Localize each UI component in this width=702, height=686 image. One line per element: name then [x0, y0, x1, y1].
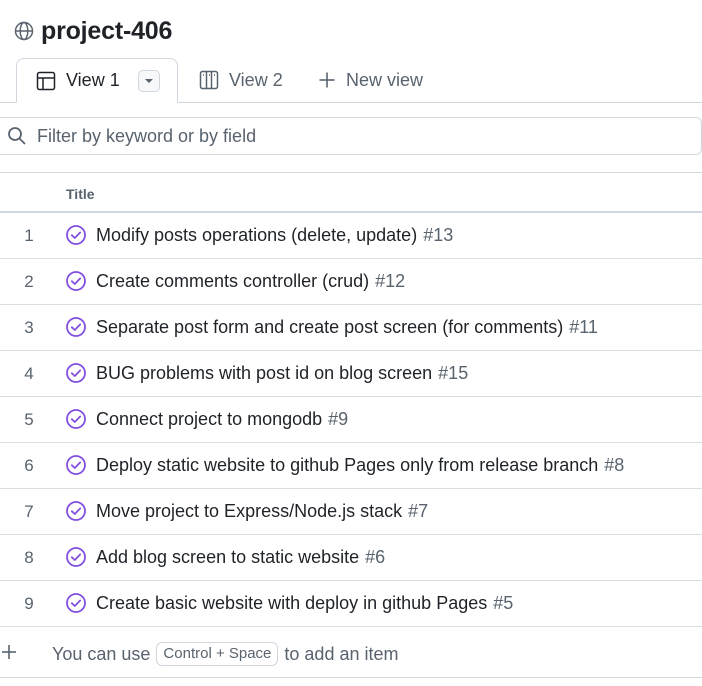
view-options-button[interactable] [137, 69, 160, 92]
closed-issue-icon [66, 501, 86, 521]
add-item-prefix: You can use [52, 643, 151, 664]
board-icon [199, 70, 219, 90]
table-row[interactable]: 8 Add blog screen to static website #6 [0, 535, 702, 581]
table-header: Title [0, 173, 702, 213]
chevron-down-icon [144, 78, 153, 83]
tab-view-2[interactable]: View 2 [199, 58, 283, 102]
row-number: 2 [24, 271, 34, 291]
closed-issue-icon [66, 225, 86, 245]
issue-number: #15 [438, 363, 469, 383]
view-tabs: View 1 View 2 New view [0, 58, 702, 103]
table-row[interactable]: 7 Move project to Express/Node.js stack #… [0, 489, 702, 535]
table-row[interactable]: 9 Create basic website with deploy in gi… [0, 581, 702, 627]
search-icon [7, 126, 27, 146]
issue-number: #6 [365, 547, 386, 567]
closed-issue-icon [66, 363, 86, 383]
row-number: 4 [24, 363, 34, 383]
item-title-link[interactable]: Add blog screen to static website [96, 547, 359, 567]
row-number: 7 [24, 501, 34, 521]
issue-number: #7 [408, 501, 429, 521]
closed-issue-icon [66, 455, 86, 475]
item-title-link[interactable]: BUG problems with post id on blog screen [96, 363, 432, 383]
keyboard-shortcut: Control + Space [156, 642, 279, 666]
table-row[interactable]: 6 Deploy static website to github Pages … [0, 443, 702, 489]
closed-issue-icon [66, 317, 86, 337]
page-title: project-406 [41, 16, 173, 45]
item-title-link[interactable]: Connect project to mongodb [96, 409, 322, 429]
issue-number: #8 [604, 455, 625, 475]
globe-icon [14, 20, 36, 42]
issue-number: #5 [493, 593, 514, 613]
new-view-button[interactable]: New view [318, 58, 423, 102]
item-title-link[interactable]: Create basic website with deploy in gith… [96, 593, 487, 613]
new-view-label: New view [346, 69, 424, 90]
plus-icon[interactable] [0, 643, 20, 663]
table-row[interactable]: 4 BUG problems with post id on blog scre… [0, 351, 702, 397]
column-header-title[interactable]: Title [66, 186, 95, 202]
filter-input[interactable] [37, 125, 637, 147]
row-number: 1 [24, 225, 34, 245]
add-item-row[interactable]: You can use Control + Space to add an it… [0, 631, 702, 678]
issue-number: #12 [375, 271, 406, 291]
items-table: Title 1 Modify posts operations (delete,… [0, 172, 702, 627]
table-row[interactable]: 5 Connect project to mongodb #9 [0, 397, 702, 443]
table-row[interactable]: 2 Create comments controller (crud) #12 [0, 259, 702, 305]
item-title-link[interactable]: Move project to Express/Node.js stack [96, 501, 402, 521]
row-number: 3 [24, 317, 34, 337]
add-item-hint: You can use Control + Space to add an it… [52, 642, 398, 666]
plus-icon [318, 71, 336, 89]
table-row[interactable]: 3 Separate post form and create post scr… [0, 305, 702, 351]
filter-bar [0, 117, 702, 155]
item-title-link[interactable]: Separate post form and create post scree… [96, 317, 563, 337]
row-number: 5 [24, 409, 34, 429]
row-number: 9 [24, 593, 34, 613]
project-header: project-406 [14, 14, 172, 48]
tab-view-1[interactable]: View 1 [16, 58, 178, 103]
item-title-link[interactable]: Create comments controller (crud) [96, 271, 369, 291]
item-title-link[interactable]: Modify posts operations (delete, update) [96, 225, 417, 245]
row-number: 6 [24, 455, 34, 475]
issue-number: #13 [423, 225, 454, 245]
closed-issue-icon [66, 547, 86, 567]
issue-number: #9 [328, 409, 349, 429]
issue-number: #11 [569, 317, 598, 337]
closed-issue-icon [66, 409, 86, 429]
table-row[interactable]: 1 Modify posts operations (delete, updat… [0, 213, 702, 259]
closed-issue-icon [66, 271, 86, 291]
tab-view-2-label: View 2 [229, 69, 283, 90]
tab-view-1-label: View 1 [66, 70, 120, 90]
closed-issue-icon [66, 593, 86, 613]
item-title-link[interactable]: Deploy static website to github Pages on… [96, 455, 598, 475]
table-icon [36, 71, 56, 91]
add-item-suffix: to add an item [284, 643, 399, 664]
row-number: 8 [24, 547, 34, 567]
